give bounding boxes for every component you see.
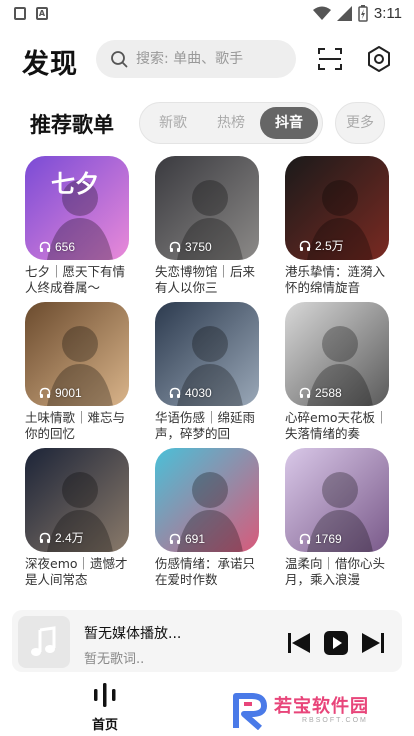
header: 发现 [0, 38, 414, 80]
playlist-card[interactable]: 9001 土味情歌｜难忘与你的回忆 [25, 302, 129, 442]
playlist-title[interactable]: 心碎emo天花板｜失落情绪的奏 [285, 410, 391, 442]
playlist-title[interactable]: 港乐挚情：涟漪入怀的绵情旋音 [285, 264, 391, 296]
tab-hot-chart[interactable]: 热榜 [202, 107, 260, 139]
scan-icon [318, 48, 342, 70]
previous-button[interactable] [286, 630, 312, 656]
playlist-card[interactable]: 1769 温柔向｜借你心头月，乘入浪漫 [285, 448, 389, 588]
watermark-r-icon [233, 693, 267, 731]
next-button[interactable] [360, 630, 386, 656]
play-count: 656 [39, 240, 75, 254]
play-count: 3750 [169, 240, 212, 254]
playlist-cover[interactable]: 9001 [25, 302, 129, 406]
playlist-card[interactable]: 2.4万深夜emo｜遗憾才是人间常态 [25, 448, 129, 588]
headphones-icon [39, 532, 51, 543]
search-input[interactable] [136, 51, 286, 67]
search-icon [111, 51, 128, 68]
status-bar: A 3:11 [0, 0, 414, 30]
playlist-cover[interactable]: 691 [155, 448, 259, 552]
battery-icon [358, 5, 368, 22]
playlist-card[interactable]: 3750 失恋博物馆｜后来有人以你三 [155, 156, 259, 296]
playlist-card[interactable]: 2.5万港乐挚情：涟漪入怀的绵情旋音 [285, 156, 389, 296]
play-count-value: 1769 [315, 532, 342, 546]
more-button[interactable]: 更多 [335, 102, 385, 144]
player-lyrics: 暂无歌词.. [84, 652, 145, 667]
play-count: 9001 [39, 386, 82, 400]
playlist-title[interactable]: 华语伤感｜绵延雨声，碎梦的回 [155, 410, 261, 442]
notification-icon [14, 7, 26, 20]
playlist-title[interactable]: 土味情歌｜难忘与你的回忆 [25, 410, 131, 442]
playlist-cover[interactable]: 3750 [155, 156, 259, 260]
playlist-card[interactable]: 2588 心碎emo天花板｜失落情绪的奏 [285, 302, 389, 442]
playlist-cover[interactable]: 七夕 656 [25, 156, 129, 260]
play-icon [324, 631, 348, 655]
playlist-cover[interactable]: 2.4万 [25, 448, 129, 552]
playlist-card[interactable]: 七夕 656 七夕｜愿天下有情人终成眷属～ [25, 156, 129, 296]
category-tabs: 新歌 热榜 抖音 [139, 102, 323, 144]
playlist-title[interactable]: 七夕｜愿天下有情人终成眷属～ [25, 264, 131, 296]
play-count: 2.5万 [299, 237, 344, 254]
playlist-cover[interactable]: 4030 [155, 302, 259, 406]
play-count: 4030 [169, 386, 212, 400]
notification-a-icon: A [36, 7, 48, 20]
playlist-card[interactable]: 4030 华语伤感｜绵延雨声，碎梦的回 [155, 302, 259, 442]
skip-previous-icon [288, 633, 310, 653]
waveform-icon [94, 683, 116, 707]
headphones-icon [169, 241, 181, 252]
watermark-text: 若宝软件园 [274, 696, 369, 717]
signal-icon [336, 6, 352, 21]
play-count-value: 691 [185, 532, 206, 546]
player-title: 暂无媒体播放... [84, 626, 182, 642]
headphones-icon [39, 387, 51, 398]
section-title: 推荐歌单 [30, 113, 114, 137]
play-count-value: 2.5万 [315, 239, 344, 253]
nav-home-label: 首页 [91, 718, 118, 733]
play-count: 1769 [299, 532, 342, 546]
headphones-icon [39, 241, 51, 252]
skip-next-icon [362, 633, 384, 653]
playlist-cover[interactable]: 2.5万 [285, 156, 389, 260]
tab-new-songs[interactable]: 新歌 [144, 107, 202, 139]
album-art[interactable] [18, 616, 70, 668]
play-count-value: 9001 [55, 386, 82, 400]
headphones-icon [299, 240, 311, 251]
page-title: 发现 [22, 49, 78, 80]
recommend-section: 推荐歌单 新歌 热榜 抖音 更多 [0, 102, 414, 144]
play-button[interactable] [323, 630, 349, 656]
play-count-value: 4030 [185, 386, 212, 400]
watermark-domain: RBSOFT.COM [302, 717, 368, 724]
playlist-title[interactable]: 失恋博物馆｜后来有人以你三 [155, 264, 261, 296]
gear-icon [368, 46, 390, 72]
play-count-value: 2588 [315, 386, 342, 400]
nav-home[interactable]: 首页 [70, 682, 140, 736]
playlist-cover[interactable]: 2588 [285, 302, 389, 406]
playlist-title[interactable]: 深夜emo｜遗憾才是人间常态 [25, 556, 131, 588]
cover-text: 七夕 [51, 170, 99, 198]
playlist-card[interactable]: 691 伤感情绪：承诺只在爱时作数 [155, 448, 259, 588]
headphones-icon [299, 387, 311, 398]
tab-douyin[interactable]: 抖音 [260, 107, 318, 139]
headphones-icon [299, 533, 311, 544]
watermark-logo: 若宝软件园 RBSOFT.COM [232, 692, 398, 732]
search-bar[interactable] [96, 40, 296, 78]
play-count: 2.4万 [39, 529, 84, 546]
play-count-value: 3750 [185, 240, 212, 254]
settings-button[interactable] [364, 44, 394, 74]
mini-player[interactable]: 暂无媒体播放... 暂无歌词.. [12, 610, 402, 672]
headphones-icon [169, 387, 181, 398]
playlist-cover[interactable]: 1769 [285, 448, 389, 552]
playlist-title[interactable]: 伤感情绪：承诺只在爱时作数 [155, 556, 261, 588]
headphones-icon [169, 533, 181, 544]
wifi-icon [312, 6, 331, 20]
status-time: 3:11 [373, 5, 402, 22]
play-count-value: 656 [55, 240, 76, 254]
play-count: 691 [169, 532, 205, 546]
playlist-title[interactable]: 温柔向｜借你心头月，乘入浪漫 [285, 556, 391, 588]
scan-button[interactable] [315, 44, 345, 74]
play-count-value: 2.4万 [55, 531, 84, 545]
music-note-icon [31, 626, 56, 656]
play-count: 2588 [299, 386, 342, 400]
